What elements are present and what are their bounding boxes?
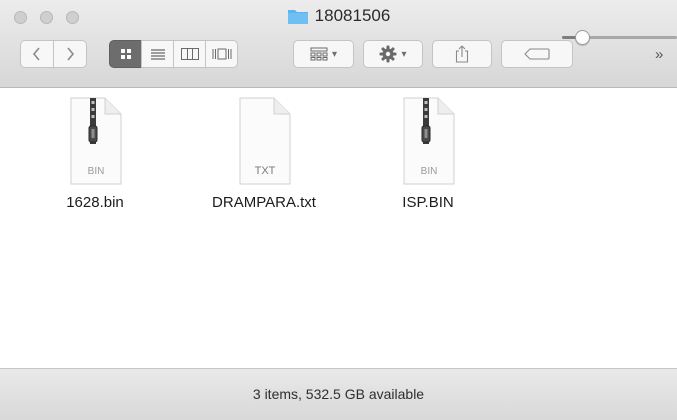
archive-file-icon: BIN xyxy=(403,97,455,185)
icon-view-button[interactable] xyxy=(109,40,142,68)
share-button[interactable] xyxy=(432,40,492,68)
back-button[interactable] xyxy=(20,40,54,68)
chevron-down-icon: ▾ xyxy=(401,48,407,60)
file-item[interactable]: TXT DRAMPARA.txt xyxy=(199,96,329,211)
window-toolbar: 18081506 ▾ ▾ » xyxy=(0,0,677,88)
file-browser-content: BIN 1628.bin TXT DRAMPARA.txt BIN ISP.BI… xyxy=(0,88,677,368)
file-type-label: TXT xyxy=(255,165,276,177)
file-item[interactable]: BIN ISP.BIN xyxy=(363,96,493,211)
file-type-label: BIN xyxy=(421,166,438,177)
chevron-right-icon xyxy=(67,47,75,61)
chevron-left-icon xyxy=(32,47,40,61)
list-view-button[interactable] xyxy=(141,40,174,68)
status-text: 3 items, 532.5 GB available xyxy=(252,386,425,402)
edit-tags-button[interactable] xyxy=(501,40,573,68)
text-file-icon: TXT xyxy=(239,97,291,185)
toolbar-overflow-button[interactable]: » xyxy=(655,46,663,63)
forward-button[interactable] xyxy=(53,40,87,68)
folder-icon xyxy=(287,10,308,24)
column-view-icon xyxy=(180,48,199,60)
icon-size-slider-knob[interactable] xyxy=(574,30,590,45)
list-view-icon xyxy=(150,49,165,60)
action-menu-button[interactable]: ▾ xyxy=(363,40,423,68)
chevron-down-icon: ▾ xyxy=(331,48,338,60)
file-name: ISP.BIN xyxy=(402,194,454,211)
file-type-label: BIN xyxy=(88,166,105,177)
file-name: 1628.bin xyxy=(66,194,124,211)
tag-icon xyxy=(524,48,550,60)
status-bar: 3 items, 532.5 GB available xyxy=(0,368,677,420)
column-view-button[interactable] xyxy=(173,40,206,68)
view-mode-switcher xyxy=(109,40,238,68)
gear-icon xyxy=(379,45,397,63)
icon-view-icon xyxy=(120,49,131,59)
share-icon xyxy=(455,45,469,63)
window-title: 18081506 xyxy=(0,6,677,30)
cover-flow-view-button[interactable] xyxy=(205,40,238,68)
window-title-text: 18081506 xyxy=(314,6,391,25)
archive-file-icon: BIN xyxy=(70,97,122,185)
arrange-button[interactable]: ▾ xyxy=(293,40,354,68)
file-item[interactable]: BIN 1628.bin xyxy=(30,96,160,211)
cover-flow-view-icon xyxy=(212,48,231,60)
arrange-grid-icon xyxy=(310,47,328,61)
navigation-buttons xyxy=(20,40,87,68)
file-name: DRAMPARA.txt xyxy=(212,194,316,211)
